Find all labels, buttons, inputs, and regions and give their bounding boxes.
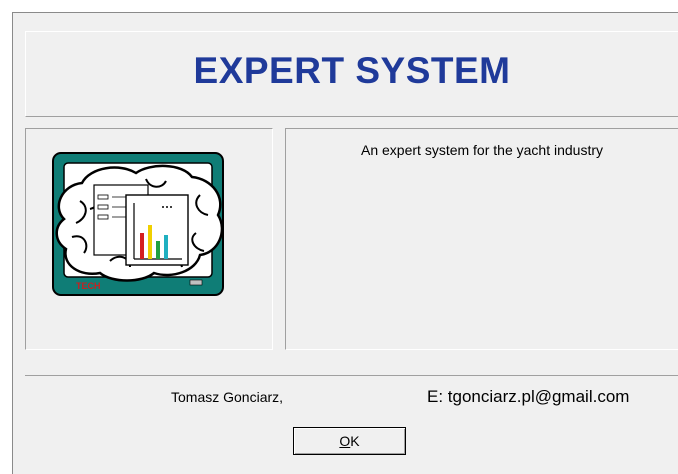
expert-system-logo-icon: TECH: [52, 152, 224, 296]
ok-label: K: [350, 433, 360, 449]
dialog-title: EXPERT SYSTEM: [193, 50, 511, 91]
logo-panel: TECH: [25, 128, 273, 350]
author-email: E: tgonciarz.pl@gmail.com: [427, 387, 630, 406]
logo-text: TECH: [76, 281, 101, 291]
ok-button[interactable]: OK: [293, 427, 406, 455]
about-dialog: EXPERT SYSTEM TECH An expert system for …: [12, 12, 678, 474]
description-panel: An expert system for the yacht industry: [285, 128, 678, 350]
contact-panel: Tomasz Gonciarz, E: tgonciarz.pl@gmail.c…: [25, 375, 678, 419]
title-panel: EXPERT SYSTEM: [25, 31, 678, 117]
description-text: An expert system for the yacht industry: [361, 142, 603, 158]
author-name: Tomasz Gonciarz,: [171, 389, 284, 405]
ok-mnemonic: O: [339, 433, 351, 449]
